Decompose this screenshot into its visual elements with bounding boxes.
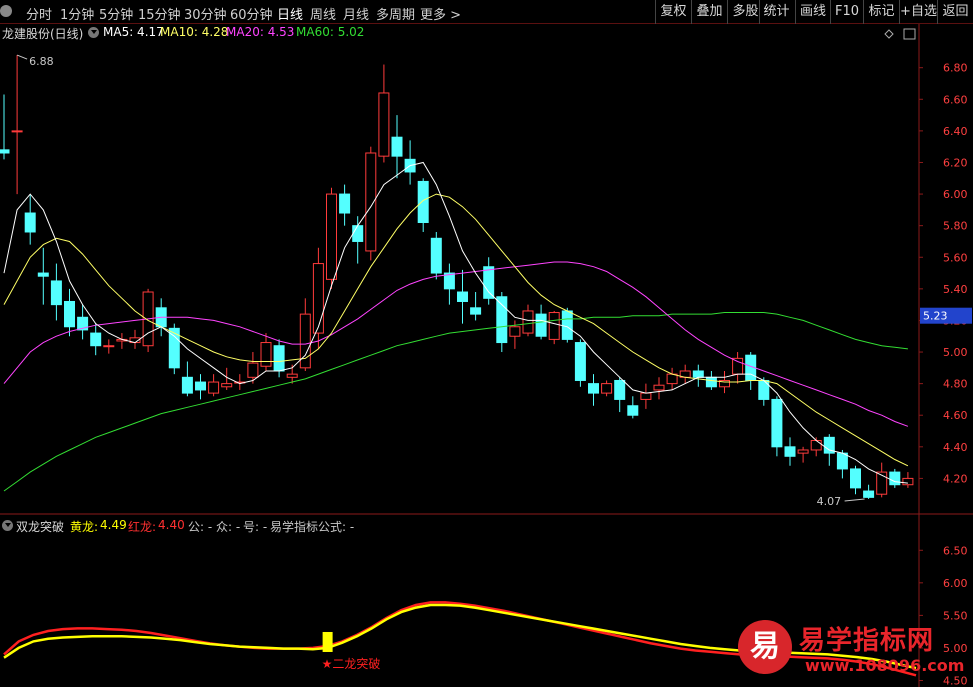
candle-down <box>470 307 482 315</box>
candle-up <box>666 373 678 385</box>
ind-ytick-label: 6.50 <box>943 544 968 557</box>
candle-up <box>312 263 324 334</box>
candle-down <box>417 180 429 224</box>
candle-up <box>11 130 23 133</box>
candle-up <box>260 342 272 367</box>
candle-up <box>378 92 390 157</box>
current-price-label: 5.23 <box>923 310 948 323</box>
candle-down <box>50 280 62 306</box>
candle-down <box>535 313 547 337</box>
breakout-signal-bar <box>322 631 333 652</box>
candle-down <box>836 452 848 470</box>
candle-up <box>902 477 914 486</box>
candle-up <box>365 152 377 252</box>
candle-down <box>430 237 442 274</box>
candle-up <box>601 383 613 394</box>
main-ytick-label: 4.40 <box>943 441 968 454</box>
candle-up <box>509 326 521 337</box>
breakout-signal-label: ★二龙突破 <box>322 656 381 671</box>
main-ytick-label: 5.60 <box>943 251 968 264</box>
main-ytick-label: 5.00 <box>943 346 968 359</box>
chart-canvas[interactable]: 4.204.404.604.805.005.205.405.605.806.00… <box>0 0 973 687</box>
main-ytick-label: 4.20 <box>943 472 968 485</box>
main-ytick-label: 6.40 <box>943 125 968 138</box>
candle-down <box>627 405 639 416</box>
candle-up <box>548 312 560 340</box>
candle-down <box>692 370 704 378</box>
candle-down <box>352 225 364 242</box>
main-ytick-label: 6.80 <box>943 62 968 75</box>
candle-up <box>326 193 337 280</box>
candle-down <box>574 342 586 381</box>
high-annotation-label: 6.88 <box>29 55 53 68</box>
candle-up <box>221 383 233 388</box>
candle-up <box>797 449 809 454</box>
candle-up <box>640 392 652 400</box>
candle-down <box>588 383 599 394</box>
low-annotation-label: 4.07 <box>817 495 842 508</box>
candle-down <box>37 272 49 277</box>
candle-up <box>522 310 534 334</box>
candle-up <box>732 357 744 375</box>
ind-ytick-label: 6.00 <box>943 577 968 590</box>
candle-up <box>103 345 115 348</box>
candle-down <box>457 291 468 302</box>
candle-down <box>889 471 901 486</box>
watermark-logo: 易 易学指标网 www.108096.com <box>735 610 973 687</box>
candle-down <box>0 149 10 154</box>
candle-down <box>339 193 351 214</box>
candle-down <box>784 446 796 457</box>
candle-down <box>90 332 102 347</box>
main-ytick-label: 6.60 <box>943 93 968 106</box>
main-ytick-label: 4.80 <box>943 378 968 391</box>
diamond-icon <box>884 29 894 39</box>
main-ytick-label: 5.40 <box>943 283 968 296</box>
candle-up <box>208 381 220 394</box>
candle-down <box>64 300 75 328</box>
candle-down <box>24 212 36 233</box>
candle-down <box>391 136 403 157</box>
candle-down <box>705 376 717 388</box>
candle-up <box>286 373 298 378</box>
high-annotation-arrow <box>16 54 28 60</box>
logo-url: www.108096.com <box>805 656 965 675</box>
candle-down <box>195 381 206 391</box>
candle-down <box>496 296 508 344</box>
candle-down <box>771 398 783 448</box>
logo-name: 易学指标网 <box>799 626 935 656</box>
candle-up <box>810 439 822 451</box>
candle-up <box>299 313 311 369</box>
candle-down <box>273 345 285 372</box>
candle-down <box>614 379 626 400</box>
candle-up <box>247 362 259 378</box>
candle-up <box>653 384 665 391</box>
logo-mark: 易 <box>738 620 792 674</box>
main-ytick-label: 6.20 <box>943 156 968 169</box>
candle-down <box>850 468 861 489</box>
low-annotation-arrow <box>844 498 865 502</box>
candle-down <box>863 490 875 498</box>
window-icon <box>903 28 916 40</box>
candle-down <box>561 310 573 340</box>
candle-down <box>181 376 193 394</box>
main-ytick-label: 4.60 <box>943 409 968 422</box>
main-ytick-label: 5.80 <box>943 220 968 233</box>
candle-down <box>483 266 495 299</box>
main-ytick-label: 6.00 <box>943 188 968 201</box>
